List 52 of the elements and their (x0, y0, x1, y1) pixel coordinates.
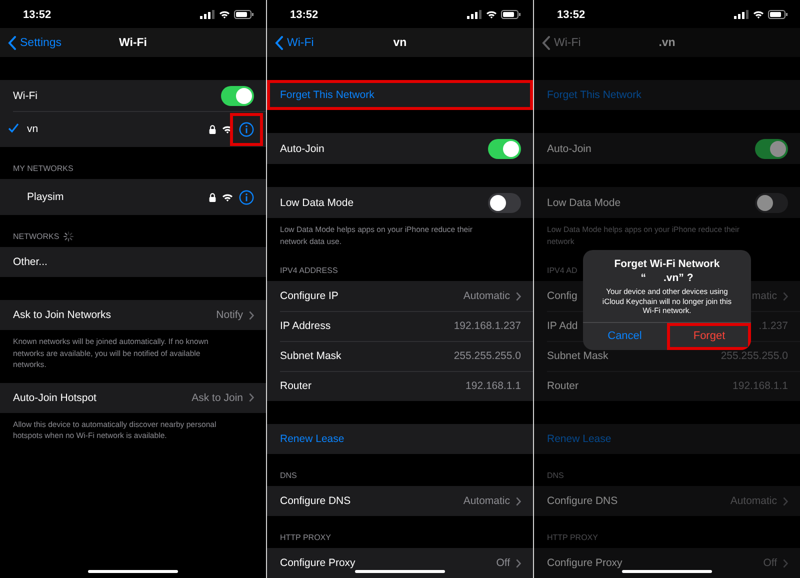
row-label: Router (280, 380, 312, 392)
section-header: DNS (280, 470, 297, 481)
row-label: Low Data Mode (280, 196, 354, 208)
row-label: Ask to Join Networks (13, 309, 112, 321)
row-label: Low Data Mode (547, 196, 621, 208)
row-label: Auto-Join (547, 142, 592, 154)
row-label: Auto-Join Hotspot (13, 392, 96, 404)
row-label: IP Add (547, 320, 578, 332)
section-header: NETWORKS (13, 231, 60, 242)
section-header: IPV4 AD (547, 265, 578, 276)
row-label: Configure IP (280, 290, 338, 302)
row-label: Wi-Fi (13, 90, 38, 102)
row-label: Configure DNS (547, 495, 618, 507)
row-label: Other... (13, 256, 48, 268)
row-value: Off (496, 557, 510, 569)
network-name: “ .vn” ? (640, 272, 694, 284)
row-value: Notify (216, 309, 243, 321)
status-time: 13:52 (290, 8, 320, 21)
section-header: IPV4 ADDRESS (280, 265, 338, 276)
row-label: Configure Proxy (280, 557, 356, 569)
row-value: matic (752, 290, 777, 302)
row-label: Config (547, 290, 578, 302)
section-header: HTTP PROXY (280, 532, 331, 543)
row-value: .1.237 (758, 320, 788, 332)
row-label: Subnet Mask (547, 350, 608, 362)
row-value: Off (763, 557, 777, 569)
row-label: Playsim (27, 191, 64, 203)
status-time: 13:52 (557, 8, 586, 21)
row-value: 255.255.255.0 (720, 350, 788, 362)
row-value: 192.168.1.1 (732, 380, 788, 392)
status-time: 13:52 (23, 8, 52, 21)
alert-title: Forget Wi-Fi Network (613, 258, 721, 270)
row-value: 255.255.255.0 (454, 350, 521, 362)
section-header: HTTP PROXY (547, 532, 598, 543)
section-header: DNS (547, 470, 564, 481)
nav-title: Wi-Fi (119, 36, 147, 48)
row-label: IP Address (280, 320, 331, 332)
nav-title: .vn (658, 36, 676, 48)
row-label: Configure DNS (280, 495, 351, 507)
section-header: MY NETWORKS (13, 163, 74, 174)
nav-title: vn (393, 36, 407, 48)
row-value: Automatic (463, 290, 510, 302)
row-value: Ask to Join (192, 392, 243, 404)
row-value: Automatic (730, 495, 777, 507)
row-value: 192.168.1.1 (466, 380, 521, 392)
row-label: Configure Proxy (547, 557, 622, 569)
row-label: Auto-Join (280, 142, 324, 154)
row-value: 192.168.1.237 (454, 320, 521, 332)
row-value: Automatic (463, 495, 510, 507)
row-label: Subnet Mask (280, 350, 342, 362)
row-label: Router (547, 380, 579, 392)
row-label: vn (27, 123, 38, 135)
